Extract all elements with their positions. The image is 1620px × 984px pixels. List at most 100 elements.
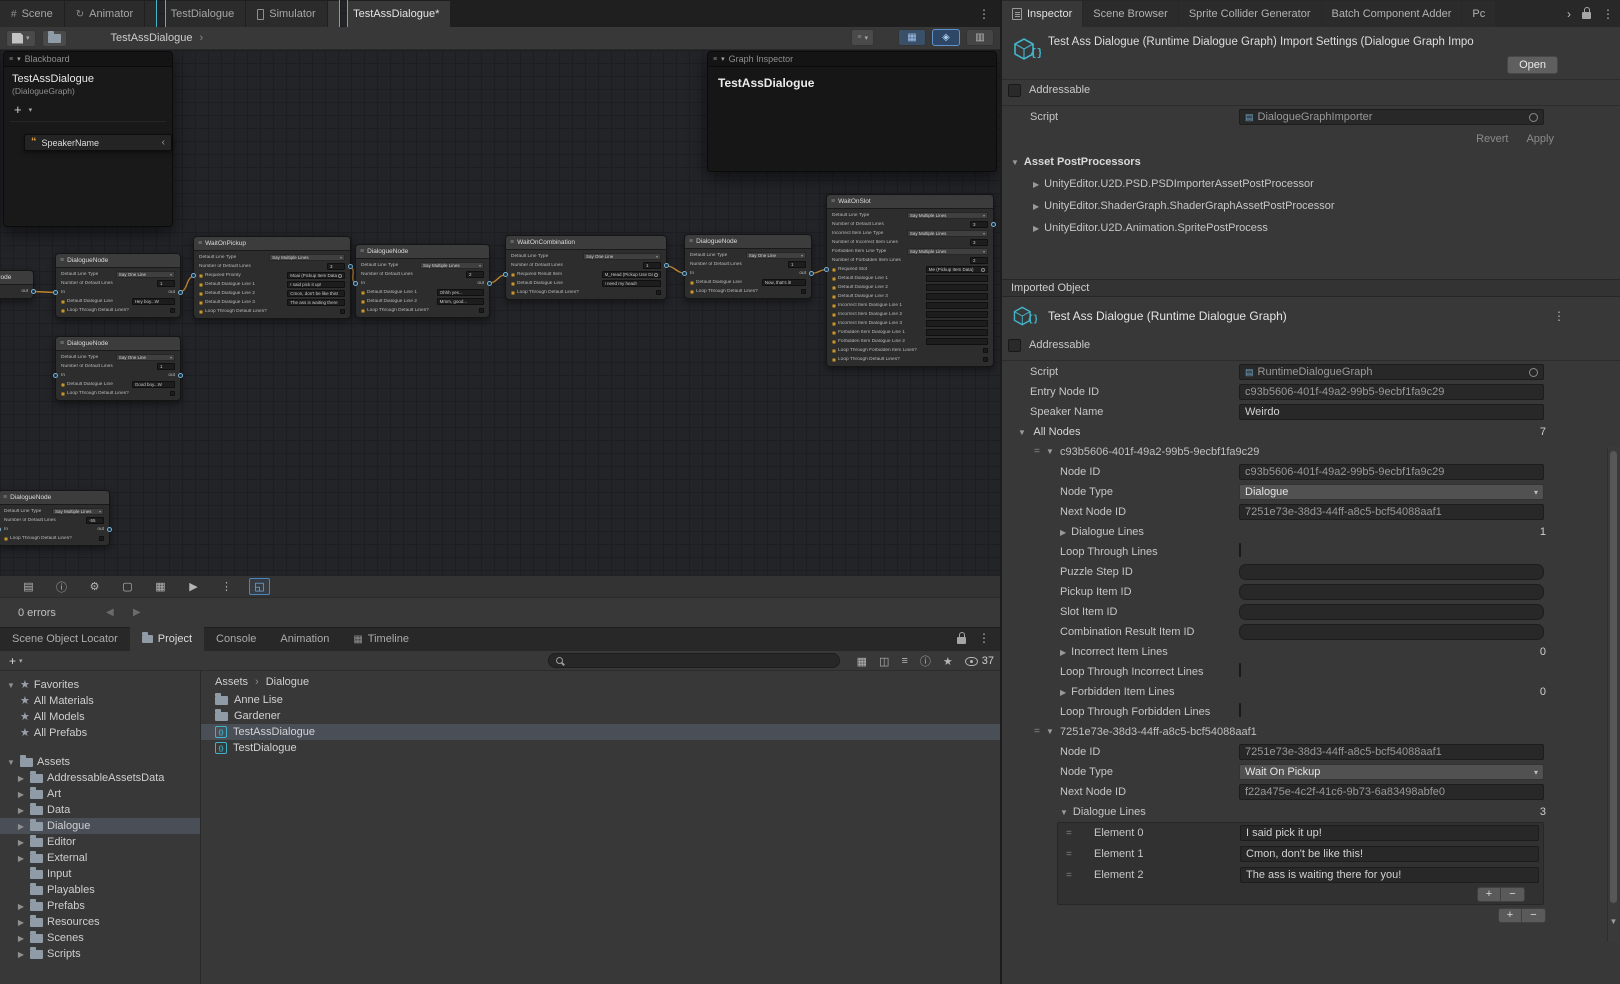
inspector-tab-sprite-collider-generator[interactable]: Sprite Collider Generator: [1179, 1, 1321, 27]
more-icon[interactable]: ⋮: [1553, 310, 1565, 322]
info-icon[interactable]: ⓘ: [920, 653, 931, 669]
int-field[interactable]: 1: [157, 363, 175, 370]
line-port-icon[interactable]: [199, 301, 203, 305]
int-field[interactable]: 1: [157, 280, 175, 287]
all-nodes-foldout[interactable]: ▼ All Nodes 7: [1002, 422, 1620, 442]
int-field[interactable]: 1: [788, 261, 806, 268]
inspector-panel-icon[interactable]: ⓘ: [51, 578, 72, 595]
checkbox[interactable]: [983, 357, 988, 362]
line-port-icon[interactable]: [511, 291, 515, 295]
line-port-icon[interactable]: [511, 282, 515, 286]
layout-icon[interactable]: ▦: [150, 578, 171, 595]
line-port-icon[interactable]: [511, 273, 515, 277]
int-field[interactable]: 3: [970, 221, 988, 228]
next-error-button[interactable]: ▶: [133, 607, 141, 618]
graph-node-dialoguenode[interactable]: ≡DialogueNodeDefault Line TypeSay One Li…: [684, 234, 812, 299]
object-field[interactable]: Moai (Pickup Item Data): [287, 272, 345, 279]
output-port-icon[interactable]: [809, 271, 814, 276]
collapse-icon[interactable]: ▾: [17, 55, 21, 63]
scrollbar[interactable]: ▼: [1607, 447, 1619, 942]
text-field[interactable]: [926, 311, 988, 318]
input-port-icon[interactable]: [53, 290, 58, 295]
prev-error-button[interactable]: ◀: [106, 607, 114, 618]
panel-tab-console[interactable]: Console: [204, 627, 268, 651]
text-field[interactable]: [926, 284, 988, 291]
text-field[interactable]: I need my head!: [602, 280, 662, 287]
node-dropdown[interactable]: Say One Line▾: [583, 253, 661, 260]
more-icon[interactable]: ⋮: [1602, 8, 1614, 20]
breadcrumb-assets[interactable]: Assets: [215, 676, 248, 688]
foldout-arrow-icon[interactable]: ▶: [16, 774, 26, 783]
stats-button[interactable]: ▥: [966, 29, 994, 46]
line-port-icon[interactable]: [199, 292, 203, 296]
line-port-icon[interactable]: [832, 304, 836, 308]
doc-tab-animator[interactable]: ↻Animator: [65, 1, 144, 27]
line-port-icon[interactable]: [690, 281, 694, 285]
text-field[interactable]: I said pick it up!: [1240, 825, 1539, 841]
input-port-icon[interactable]: [0, 527, 1, 532]
foldout-arrow-icon[interactable]: ▶: [16, 790, 26, 799]
foldout-arrow-icon[interactable]: ▶: [16, 838, 26, 847]
output-port-icon[interactable]: [178, 373, 183, 378]
checkbox[interactable]: [656, 290, 661, 295]
filter-icon[interactable]: ≡: [901, 655, 907, 667]
object-field[interactable]: Me (Pickup Item Data): [926, 266, 988, 273]
doc-tab-testassdialogue[interactable]: {}TestAssDialogue*: [328, 1, 451, 27]
object-picker-icon[interactable]: [338, 274, 342, 278]
add-variable-dropdown-icon[interactable]: ▾: [29, 106, 33, 114]
graph-inspector-header[interactable]: ≡ ▾ Graph Inspector: [708, 52, 996, 67]
scroll-down-icon[interactable]: ▼: [1608, 917, 1619, 926]
list-element-element-1[interactable]: =Element 1Cmon, don't be like this!: [1058, 844, 1543, 865]
property-row-forbidden-item-lines[interactable]: ▶Forbidden Item Lines0: [1002, 682, 1620, 702]
graph-node-waitoncombination[interactable]: ≡WaitOnCombinationDefault Line TypeSay O…: [505, 235, 667, 300]
folder-item-data[interactable]: ▶Data: [0, 802, 200, 818]
favorite-item-all-materials[interactable]: ★All Materials: [0, 693, 200, 709]
folder-item-scripts[interactable]: ▶Scripts: [0, 946, 200, 962]
text-field[interactable]: [926, 302, 988, 309]
text-field[interactable]: The ass is waiting there: [287, 299, 345, 306]
output-port-icon[interactable]: [664, 263, 669, 268]
console-panel-icon[interactable]: ▤: [18, 578, 39, 595]
panel-tab-animation[interactable]: Animation: [268, 627, 341, 651]
more-icon[interactable]: ⋮: [216, 578, 237, 595]
checkbox[interactable]: [1239, 543, 1241, 557]
int-field[interactable]: 2: [466, 271, 484, 278]
addressable-checkbox[interactable]: [1008, 339, 1021, 352]
object-field[interactable]: M_Head (Pickup Use Data): [602, 271, 662, 278]
output-port-icon[interactable]: [487, 281, 492, 286]
line-port-icon[interactable]: [199, 283, 203, 287]
checkbox[interactable]: [1239, 703, 1241, 717]
array-size[interactable]: 0: [1540, 642, 1546, 662]
play-icon[interactable]: ▶: [183, 578, 204, 595]
line-port-icon[interactable]: [361, 309, 365, 313]
line-port-icon[interactable]: [832, 322, 836, 326]
input-port-icon[interactable]: [53, 373, 58, 378]
text-field[interactable]: f22a475e-4c2f-41c6-9b73-6a83498abfe0: [1239, 784, 1544, 800]
line-port-icon[interactable]: [61, 383, 65, 387]
checkbox[interactable]: [801, 289, 806, 294]
inspector-tab-scene-browser[interactable]: Scene Browser: [1083, 1, 1178, 27]
text-field[interactable]: [926, 338, 988, 345]
list-element-element-0[interactable]: =Element 0I said pick it up!: [1058, 823, 1543, 844]
blackboard-header[interactable]: ≡ ▾ Blackboard: [4, 52, 172, 67]
array-size[interactable]: 0: [1540, 682, 1546, 702]
inspector-tab-batch-component-adder[interactable]: Batch Component Adder: [1322, 1, 1462, 27]
error-count[interactable]: 0 errors: [18, 607, 56, 619]
drag-handle-icon[interactable]: =: [1066, 865, 1072, 886]
line-port-icon[interactable]: [832, 313, 836, 317]
tab-overflow-icon[interactable]: ›: [1567, 7, 1571, 21]
folder-item-scenes[interactable]: ▶Scenes: [0, 930, 200, 946]
text-field[interactable]: Hey boy...W: [132, 298, 175, 305]
array-size[interactable]: 1: [1540, 522, 1546, 542]
node-foldout-7251e73e-38d3-44ff-a8c5-bcf54088aaf1[interactable]: =▼7251e73e-38d3-44ff-a8c5-bcf54088aaf1: [1002, 722, 1620, 742]
addressable-checkbox[interactable]: [1008, 84, 1021, 97]
window-icon[interactable]: ▢: [117, 578, 138, 595]
expand-icon[interactable]: ‹: [162, 137, 165, 148]
line-port-icon[interactable]: [199, 274, 203, 278]
text-field[interactable]: Mmm, good...: [437, 298, 484, 305]
input-port-icon[interactable]: [682, 271, 687, 276]
output-port-icon[interactable]: [31, 289, 36, 294]
checkbox[interactable]: [983, 348, 988, 353]
graph-node-waitonpickup[interactable]: ≡WaitOnPickupDefault Line TypeSay Multip…: [193, 236, 351, 319]
folder-item-playables[interactable]: Playables: [0, 882, 200, 898]
